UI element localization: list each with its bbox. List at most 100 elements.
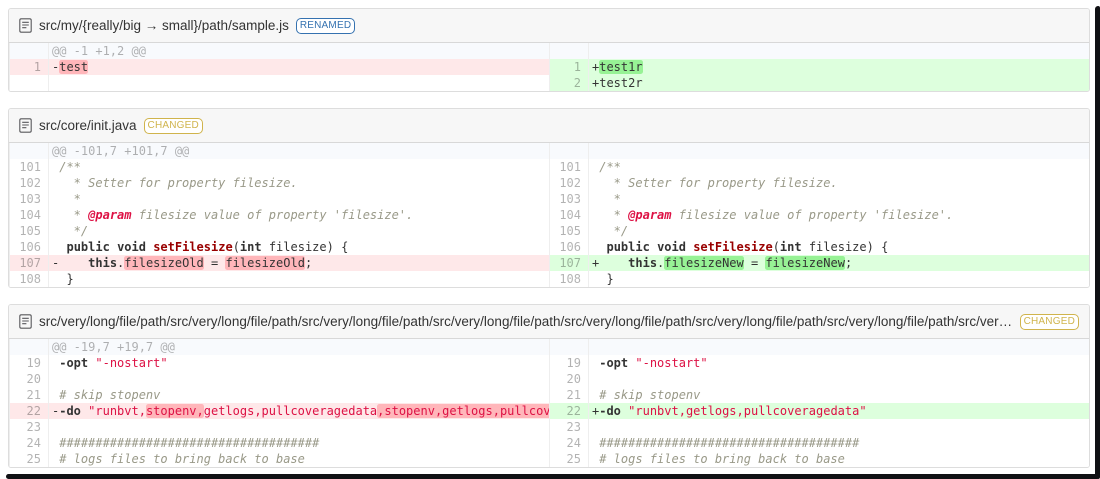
diff-prefix (52, 420, 59, 434)
diff-row: 101 /** (549, 159, 1089, 175)
code-cell: -test (49, 59, 549, 75)
code-cell: # logs files to bring back to base (49, 451, 549, 467)
diff-row: 24 #################################### (549, 435, 1089, 451)
file-icon (19, 118, 32, 133)
code-segment: filesize) { (801, 240, 889, 254)
diff-row: 25 # logs files to bring back to base (9, 451, 549, 467)
code-segment: # logs files to bring back to base (599, 452, 845, 466)
diff-pane-right: 101 /** 102 * Setter for property filesiz… (549, 143, 1089, 287)
hunk-header-text (589, 339, 1089, 355)
code-cell (589, 419, 1089, 435)
diff-row: 103 * (549, 191, 1089, 207)
code-segment: public (66, 240, 110, 254)
word-diff-highlight: filesizeOld (225, 256, 305, 270)
code-cell: #################################### (589, 435, 1089, 451)
code-segment: int (779, 240, 802, 254)
code-segment: int (239, 240, 262, 254)
file-status-badge: CHANGED (1019, 313, 1079, 330)
code-segment: /** (59, 160, 81, 174)
code-segment: * Setter for property filesize. (59, 176, 298, 190)
diff-row: 23 (9, 419, 549, 435)
diff-side-by-side: @@ -1 +1,2 @@ 1 -test 1 +test1r 2 +test2r (9, 43, 1089, 91)
code-cell: -opt "-nostart" (49, 355, 549, 371)
diff-row: 21 # skip stopenv (549, 387, 1089, 403)
code-cell (49, 419, 549, 435)
code-segment: * Setter for property filesize. (599, 176, 838, 190)
file-status-badge: CHANGED (143, 117, 203, 134)
code-segment: } (59, 272, 74, 286)
code-cell: * @param filesize value of property 'fil… (589, 207, 1089, 223)
code-cell: * Setter for property filesize. (49, 175, 549, 191)
diff-row: 1 -test (9, 59, 549, 75)
code-segment: "-nostart" (635, 356, 708, 370)
file-name: src/very/long/file/path/src/very/long/fi… (39, 314, 1013, 329)
code-cell (589, 371, 1089, 387)
line-number-cell: 105 (9, 223, 49, 239)
code-segment: test2r (599, 76, 643, 90)
diff-row: 103 * (9, 191, 549, 207)
hunk-header-row (549, 143, 1089, 159)
hunk-header-row (549, 339, 1089, 355)
word-diff-highlight: filesizeNew (664, 256, 744, 270)
code-segment: this (628, 256, 658, 270)
code-segment: filesize) { (261, 240, 349, 254)
screenshot-shadow-right (1095, 6, 1100, 479)
hunk-header-text: @@ -101,7 +101,7 @@ (52, 144, 190, 158)
code-cell: /** (589, 159, 1089, 175)
diff-row: 20 (9, 371, 549, 387)
line-number-cell: 103 (549, 191, 589, 207)
code-segment: -do (59, 404, 81, 418)
word-diff-highlight: test1r (599, 60, 643, 74)
word-diff-highlight: stopenv, (145, 404, 204, 418)
line-number-cell: 101 (549, 159, 589, 175)
line-number-cell: 23 (549, 419, 589, 435)
diff-prefix (592, 420, 599, 434)
line-number-cell: 107 (549, 255, 589, 271)
code-cell: +-do "runbvt,getlogs,pullcoveragedata" (589, 403, 1089, 419)
diff-row: 104 * @param filesize value of property … (9, 207, 549, 223)
code-segment: = (203, 256, 226, 270)
line-number-cell: 102 (9, 175, 49, 191)
code-segment: * (59, 208, 89, 222)
hunk-header-text (589, 43, 1089, 59)
line-number-cell: 108 (549, 271, 589, 287)
code-segment: -opt (59, 356, 89, 370)
code-segment: getlogs,pullcoveragedata (203, 404, 378, 418)
code-segment: "runbvt, (88, 404, 146, 418)
line-number-cell: 105 (549, 223, 589, 239)
diff-row: 1 +test1r (549, 59, 1089, 75)
word-diff-highlight: filesizeOld (124, 256, 204, 270)
code-segment: # skip stopenv (59, 388, 161, 402)
line-number-cell (549, 339, 589, 355)
code-segment: * (599, 208, 629, 222)
word-diff-highlight: filesizeNew (765, 256, 845, 270)
diff-row: 102 * Setter for property filesize. (9, 175, 549, 191)
line-number-cell: 107 (9, 255, 49, 271)
line-number-cell: 19 (549, 355, 589, 371)
line-number-cell: 106 (549, 239, 589, 255)
diff-pane-left: @@ -1 +1,2 @@ 1 -test (9, 43, 549, 91)
diff-row (9, 75, 549, 91)
file-panel: src/very/long/file/path/src/very/long/fi… (8, 304, 1090, 468)
line-number-cell: 24 (9, 435, 49, 451)
diff-row: 22 +-do "runbvt,getlogs,pullcoveragedata" (549, 403, 1089, 419)
line-number-cell: 106 (9, 239, 49, 255)
line-number-cell (549, 143, 589, 159)
code-cell: # skip stopenv (589, 387, 1089, 403)
diff-row: 21 # skip stopenv (9, 387, 549, 403)
line-number-cell: 102 (549, 175, 589, 191)
code-segment: setFilesize (693, 240, 773, 254)
line-number-cell: 25 (549, 451, 589, 467)
code-cell: +test1r (589, 59, 1089, 75)
code-segment: ( (232, 240, 240, 254)
code-segment: @param (88, 208, 132, 222)
diff-pane-right: 19 -opt "-nostart" 20 21 # skip stopenv 22… (549, 339, 1089, 467)
code-segment: ( (772, 240, 780, 254)
code-segment: @param (628, 208, 672, 222)
code-cell: } (49, 271, 549, 287)
file-icon (19, 314, 32, 329)
code-cell: +test2r (589, 75, 1089, 91)
file-status-badge: RENAMED (295, 17, 356, 34)
